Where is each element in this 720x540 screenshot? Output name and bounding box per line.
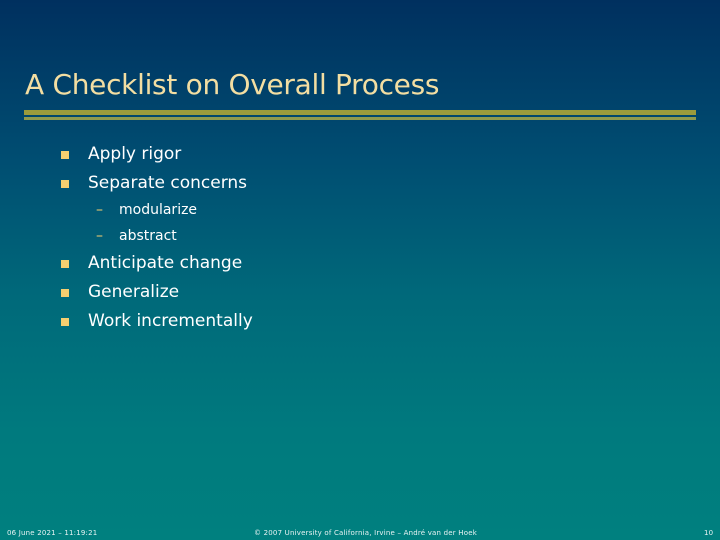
bullet-label: Anticipate change — [88, 253, 243, 273]
square-bullet-icon — [61, 318, 69, 326]
dash-icon: – — [96, 202, 103, 218]
title-divider-thin — [24, 117, 696, 120]
slide-title: A Checklist on Overall Process — [25, 68, 440, 101]
bullet-item: Anticipate change — [61, 253, 243, 273]
bullet-label: Apply rigor — [88, 144, 182, 164]
title-divider-thick — [24, 110, 696, 115]
square-bullet-icon — [61, 151, 69, 159]
bullet-label: Generalize — [88, 282, 180, 302]
sub-bullet-item: – abstract — [96, 228, 177, 244]
square-bullet-icon — [61, 180, 69, 188]
bullet-item: Work incrementally — [61, 311, 253, 331]
footer-date: 06 June 2021 – 11:19:21 — [7, 529, 98, 537]
bullet-item: Generalize — [61, 282, 180, 302]
square-bullet-icon — [61, 289, 69, 297]
sub-bullet-label: abstract — [119, 228, 177, 244]
bullet-label: Work incrementally — [88, 311, 253, 331]
bullet-item: Apply rigor — [61, 144, 182, 164]
footer-copyright: © 2007 University of California, Irvine … — [254, 529, 477, 537]
bullet-label: Separate concerns — [88, 173, 248, 193]
square-bullet-icon — [61, 260, 69, 268]
sub-bullet-label: modularize — [119, 202, 198, 218]
page-number: 10 — [704, 529, 714, 537]
sub-bullet-item: – modularize — [96, 202, 198, 218]
dash-icon: – — [96, 228, 103, 244]
bullet-item: Separate concerns — [61, 173, 248, 193]
